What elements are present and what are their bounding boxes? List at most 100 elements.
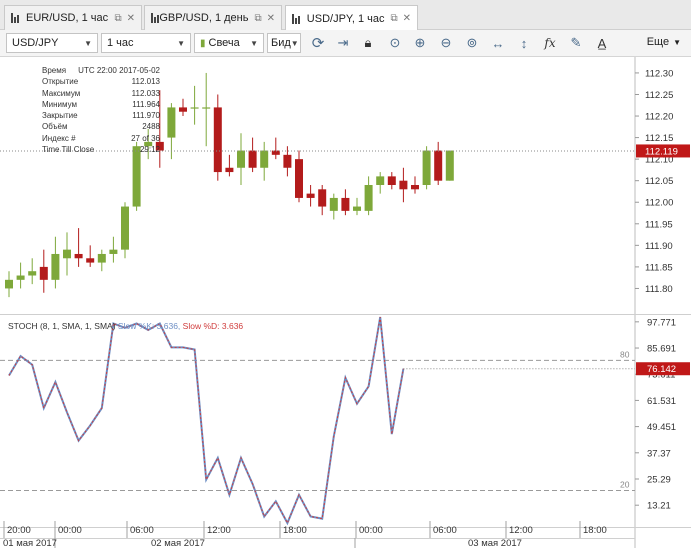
candle-body (283, 154, 292, 168)
candle-body (353, 206, 361, 211)
candle-body (364, 185, 373, 211)
info-row: Максимум 112.033 (42, 88, 160, 99)
candle-body (86, 258, 95, 263)
candle-body (202, 107, 211, 109)
horizontal-scale-icon[interactable]: ↔ (488, 33, 508, 53)
date-label: 02 мая 2017 (151, 538, 205, 548)
chart-tab-icon (292, 13, 301, 24)
date-label: 03 мая 2017 (468, 538, 522, 548)
info-row: Время UTC 22:00 2017-05-02 (42, 65, 160, 76)
info-key: Открытие (42, 77, 79, 87)
info-key: Объём (42, 122, 68, 132)
info-value: 112.013 (131, 77, 160, 87)
stoch-tick-label: 97.771 (647, 317, 676, 328)
ohlc-info-panel: Время UTC 22:00 2017-05-02 Открытие 112.013… (42, 65, 160, 155)
price-tick-label: 111.80 (645, 284, 673, 295)
close-icon[interactable]: ✕ (267, 13, 275, 24)
candle-body (260, 150, 269, 168)
candle-body (5, 279, 13, 289)
time-tick-label: 06:00 (433, 525, 457, 536)
stoch-fast-label: Slow %K: 3.636, (117, 321, 181, 331)
indicators-icon[interactable]: fx (540, 33, 560, 53)
candle-body (237, 150, 245, 168)
info-row: Закрытие 111.970 (42, 110, 160, 121)
scroll-to-end-icon[interactable]: ⇥ (333, 33, 353, 53)
time-tick-label: 12:00 (207, 525, 231, 536)
more-button[interactable]: Еще ▼ (647, 36, 681, 48)
zoom-in-icon[interactable]: ⊕ (410, 33, 430, 53)
info-row: Открытие 112.013 (42, 76, 160, 87)
tab-bar: EUR/USD, 1 час ⧉ ✕ GBP/USD, 1 день ⧉ ✕ USD… (0, 0, 691, 31)
date-label: 01 мая 2017 (3, 538, 57, 548)
candle-body (51, 253, 60, 280)
price-type-select[interactable]: Бид ▼ (267, 33, 301, 53)
detach-icon[interactable]: ⧉ (254, 13, 261, 24)
stoch-level-label: 80 (620, 349, 630, 359)
chevron-down-icon: ▼ (673, 37, 681, 47)
stoch-legend: STOCH (8, 1, SMA, 1, SMA) Slow %K: 3.636… (8, 321, 243, 331)
candle-body (28, 271, 37, 276)
zoom-out-icon[interactable]: ⊖ (436, 33, 456, 53)
info-value: 2488 (142, 122, 160, 132)
close-icon[interactable]: ✕ (403, 13, 411, 24)
price-tick-label: 112.00 (645, 198, 673, 209)
info-key: Индекс # (42, 133, 76, 143)
price-tick-label: 112.30 (645, 68, 673, 79)
pencil-icon[interactable]: ✎ (566, 33, 586, 53)
candle-body (295, 159, 303, 198)
tab-gbpusd[interactable]: GBP/USD, 1 день ⧉ ✕ (144, 5, 282, 30)
price-tick-label: 111.85 (645, 262, 673, 273)
text-tool-icon[interactable]: A̲ (592, 33, 612, 53)
stoch-tick-label: 61.531 (647, 396, 676, 407)
current-price-label: 112.119 (645, 146, 678, 157)
tab-usdjpy[interactable]: USD/JPY, 1 час ⧉ ✕ (285, 5, 418, 31)
stoch-slow-label: Slow %D: 3.636 (182, 321, 244, 331)
time-tick-label: 00:00 (359, 525, 383, 536)
stoch-tick-label: 13.21 (647, 501, 671, 512)
tab-label: GBP/USD, 1 день (159, 12, 249, 24)
price-tick-label: 111.95 (645, 219, 673, 230)
info-value: 27 of 36 (131, 133, 160, 143)
info-value: 112.033 (131, 88, 160, 98)
candle-body (97, 253, 106, 263)
candle-body (213, 107, 222, 173)
chart-type-select[interactable]: ▮ Свеча ▼ (194, 33, 264, 53)
candle-body (399, 180, 408, 190)
stoch-fast-line (8, 316, 405, 526)
lock-icon[interactable]: 🔒︎ (358, 33, 378, 53)
time-tick-label: 00:00 (58, 525, 82, 536)
symbol-value: USD/JPY (12, 37, 59, 49)
vertical-scale-icon[interactable]: ↕ (514, 33, 534, 53)
time-tick-label: 06:00 (130, 525, 154, 536)
crosshair-zoom-icon[interactable]: ⊙ (385, 33, 405, 53)
chart-tab-icon (11, 13, 20, 23)
close-icon[interactable]: ✕ (127, 13, 135, 24)
candle-body (167, 107, 176, 138)
candle-body (434, 150, 443, 181)
candle-body (411, 185, 419, 190)
detach-icon[interactable]: ⧉ (114, 13, 121, 24)
symbol-select[interactable]: USD/JPY ▼ (6, 33, 98, 53)
info-key: Максимум (42, 88, 81, 98)
stoch-level-label: 20 (620, 479, 630, 489)
candle-body (63, 249, 71, 259)
info-value: 111.970 (132, 111, 160, 121)
candle-body (74, 253, 83, 259)
info-row: Объём 2488 (42, 121, 160, 132)
detach-icon[interactable]: ⧉ (390, 13, 397, 24)
info-value: 29:12 (139, 145, 160, 155)
zoom-fit-icon[interactable]: ⊚ (462, 33, 482, 53)
time-tick-label: 12:00 (509, 525, 533, 536)
chevron-down-icon: ▼ (290, 38, 299, 48)
info-key: Минимум (42, 99, 78, 109)
candle-body (445, 150, 454, 181)
info-row: Минимум 111.964 (42, 99, 160, 110)
more-label: Еще (646, 36, 670, 48)
refresh-icon[interactable]: ⟳ (308, 33, 328, 53)
stoch-slow-line (8, 316, 404, 525)
tab-eurusd[interactable]: EUR/USD, 1 час ⧉ ✕ (4, 5, 142, 30)
candle-body (109, 249, 118, 254)
tab-label: USD/JPY, 1 час (306, 12, 385, 25)
candle-body (341, 197, 350, 211)
timeframe-select[interactable]: 1 час ▼ (101, 33, 191, 53)
